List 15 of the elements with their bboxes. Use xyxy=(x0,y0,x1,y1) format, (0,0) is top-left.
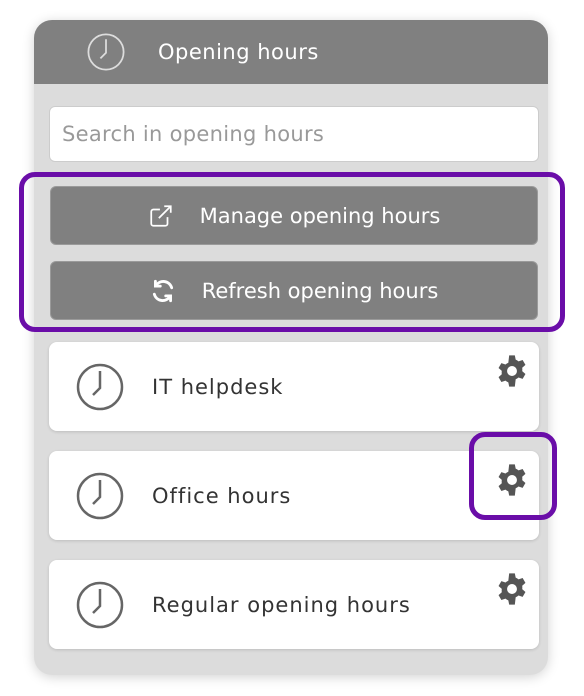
manage-button[interactable]: Manage opening hours xyxy=(50,186,538,245)
opening-hours-card[interactable]: Office hours xyxy=(49,451,539,540)
external-link-icon xyxy=(148,202,174,228)
schedule-name: Regular opening hours xyxy=(152,592,411,616)
refresh-button[interactable]: Refresh opening hours xyxy=(50,261,538,320)
panel-title: Opening hours xyxy=(158,40,319,64)
clock-icon xyxy=(75,470,125,520)
clock-icon xyxy=(75,580,125,630)
opening-hours-card[interactable]: Regular opening hours xyxy=(49,560,539,649)
search-field[interactable]: Search in opening hours xyxy=(49,106,539,162)
clock-icon xyxy=(75,362,125,412)
schedule-name: Office hours xyxy=(152,484,292,508)
opening-hours-card[interactable]: IT helpdesk xyxy=(49,342,539,431)
schedule-name: IT helpdesk xyxy=(152,374,284,398)
clock-icon xyxy=(86,32,126,72)
